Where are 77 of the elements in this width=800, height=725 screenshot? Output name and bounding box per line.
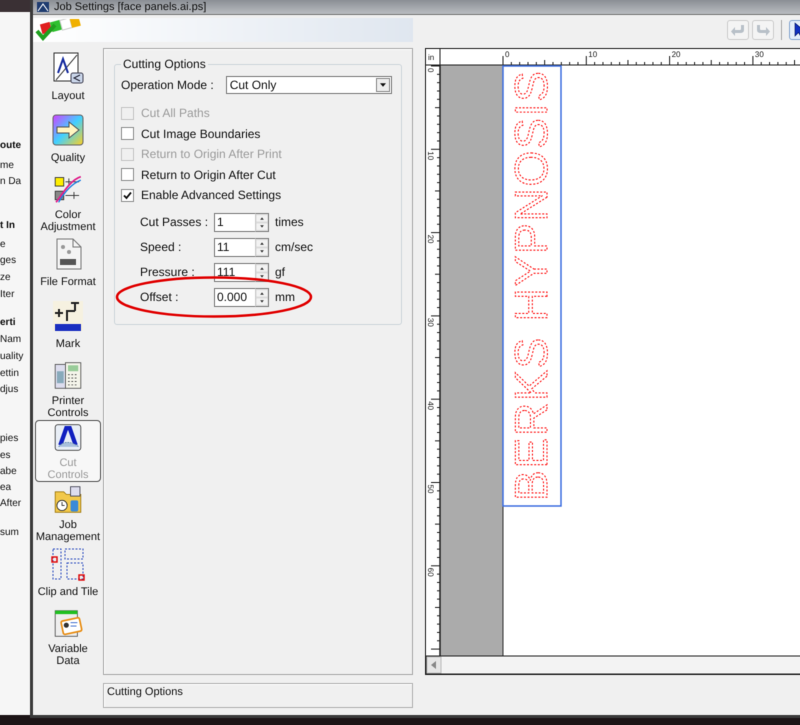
tile-grid-icon xyxy=(51,547,85,581)
window-title: Job Settings [face panels.ai.ps] xyxy=(54,1,206,13)
background-text: ea xyxy=(0,482,12,493)
background-text: e xyxy=(0,239,6,250)
field-label: Cut Passes : xyxy=(140,215,210,229)
sidebar-item[interactable]: Variable Data xyxy=(35,606,101,668)
background-text: abe xyxy=(0,466,17,477)
redo-arrow-icon xyxy=(755,23,771,37)
background-text: Iter xyxy=(0,289,14,300)
background-text: ges xyxy=(0,255,16,266)
background-text: ettin xyxy=(0,368,19,379)
checkbox-label: Enable Advanced Settings xyxy=(141,188,282,202)
background-text: n Da xyxy=(0,176,22,187)
background-text: pies xyxy=(0,433,18,444)
horizontal-scrollbar[interactable] xyxy=(426,656,800,674)
background-text: sum xyxy=(0,527,19,538)
background-text: erti xyxy=(0,317,16,328)
field-label: Pressure : xyxy=(140,265,196,279)
sidebar-item[interactable]: Job Management xyxy=(35,482,101,544)
background-text: djus xyxy=(0,384,18,395)
field-label: Offset : xyxy=(140,290,180,304)
ruler-unit: in xyxy=(428,53,434,62)
ruler-label: 60 xyxy=(426,568,435,577)
background-text: me xyxy=(0,160,14,171)
operation-mode-dropdown[interactable]: Cut Only xyxy=(226,76,392,94)
unit-label: gf xyxy=(275,265,286,279)
ruler-label: 30 xyxy=(426,318,435,327)
checkbox[interactable] xyxy=(121,168,134,182)
ruler-label: 20 xyxy=(672,50,680,59)
unit-label: times xyxy=(275,215,304,229)
checkmark-logo-icon xyxy=(35,19,81,41)
checkbox[interactable] xyxy=(121,127,134,140)
spinner-arrows-icon[interactable] xyxy=(255,288,269,306)
checkbox[interactable] xyxy=(121,188,134,202)
number-field[interactable]: 1 xyxy=(214,212,255,232)
field-label: Operation Mode : xyxy=(121,78,214,92)
ruler-label: 10 xyxy=(588,50,598,59)
unit-label: cm/sec xyxy=(275,240,314,254)
document-letter-icon xyxy=(51,51,85,85)
sidebar-item[interactable]: Printer Controls xyxy=(35,358,101,420)
unit-label: mm xyxy=(275,290,295,304)
spinner-arrows-icon[interactable] xyxy=(255,212,269,232)
ruler-label: 10 xyxy=(426,151,435,160)
sidebar-item[interactable]: Color Adjustment xyxy=(35,172,101,234)
sidebar-item[interactable]: Layout xyxy=(35,48,101,110)
background-text: es xyxy=(0,450,11,461)
background-text: t In xyxy=(0,220,15,231)
ruler-label: 50 xyxy=(426,484,435,494)
sidebar-item[interactable]: Clip and Tile xyxy=(35,544,101,606)
checkbox-label: Return to Origin After Cut xyxy=(141,168,276,182)
ruler-label: 0 xyxy=(505,50,510,59)
checkbox-label: Cut Image Boundaries xyxy=(141,126,260,141)
background-text: After xyxy=(0,498,22,509)
group-title: Cutting Options xyxy=(122,57,207,71)
checkbox-label: Cut All Paths xyxy=(141,106,210,120)
number-field[interactable]: 0.000 xyxy=(214,288,255,306)
background-text: ze xyxy=(0,272,11,283)
ruler-label: 30 xyxy=(754,50,764,59)
background-text: oute xyxy=(0,140,22,151)
sidebar-item[interactable]: Quality xyxy=(35,110,101,172)
ruler-label: 40 xyxy=(426,401,435,410)
field-label: Speed : xyxy=(140,240,182,254)
spinner-arrows-icon[interactable] xyxy=(255,238,269,256)
number-field[interactable]: 11 xyxy=(214,238,255,256)
checkbox-label: Return to Origin After Print xyxy=(141,147,282,162)
sidebar-item[interactable]: Mark xyxy=(35,296,101,358)
artwork-text: BERKS HYPNOSIS xyxy=(505,69,557,501)
status-panel: Cutting Options xyxy=(103,683,413,708)
background-text: Nam xyxy=(0,334,22,345)
scroll-left-icon[interactable] xyxy=(426,656,442,674)
ruler-label: 20 xyxy=(426,234,435,244)
app-icon xyxy=(37,2,49,12)
sidebar-item[interactable]: File Format xyxy=(35,234,101,296)
undo-arrow-icon xyxy=(730,23,746,37)
ruler-label: 0 xyxy=(426,68,435,72)
crop-marks-icon xyxy=(51,299,85,333)
background-text: uality xyxy=(0,351,24,362)
